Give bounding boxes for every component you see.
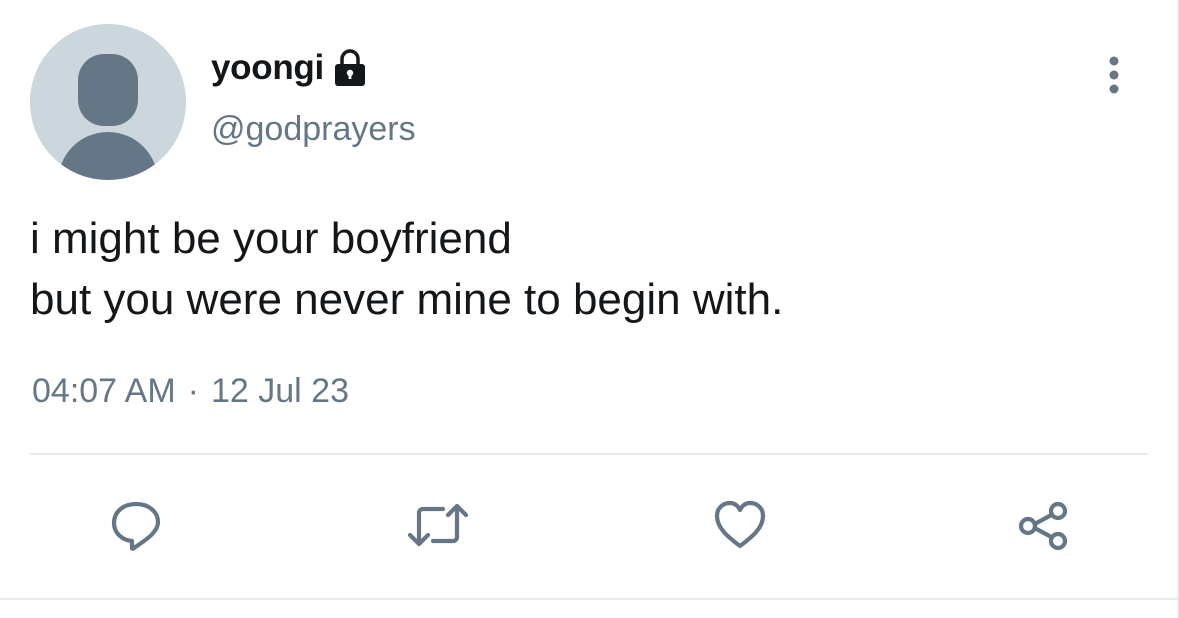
share-button[interactable] — [1008, 490, 1078, 560]
action-bar — [0, 490, 1179, 560]
divider — [30, 453, 1148, 455]
more-options-button[interactable] — [1094, 50, 1134, 100]
more-vertical-icon — [1109, 56, 1119, 94]
like-button[interactable] — [705, 490, 775, 560]
tweet-time: 04:07 AM — [32, 372, 176, 410]
reply-icon — [111, 501, 161, 551]
tweet-text: i might be your boyfriend but you were n… — [30, 214, 784, 324]
display-name[interactable]: yoongi — [211, 48, 324, 88]
lock-icon — [332, 48, 368, 88]
tweet-timestamp[interactable]: 04:07 AM · 12 Jul 23 — [32, 372, 349, 411]
retweet-button[interactable] — [403, 490, 473, 560]
heart-icon — [714, 500, 766, 549]
share-icon — [1018, 501, 1068, 551]
card-bottom-border — [0, 598, 1179, 600]
avatar[interactable] — [30, 24, 186, 180]
user-handle[interactable]: @godprayers — [211, 110, 416, 149]
default-avatar-icon — [30, 24, 186, 180]
tweet-date: 12 Jul 23 — [210, 372, 349, 410]
display-name-row: yoongi — [211, 44, 368, 92]
reply-button[interactable] — [101, 490, 171, 560]
timestamp-separator: · — [187, 372, 199, 410]
tweet-card: yoongi @godprayers i might be your boyfr… — [0, 0, 1179, 618]
retweet-icon — [407, 503, 469, 547]
